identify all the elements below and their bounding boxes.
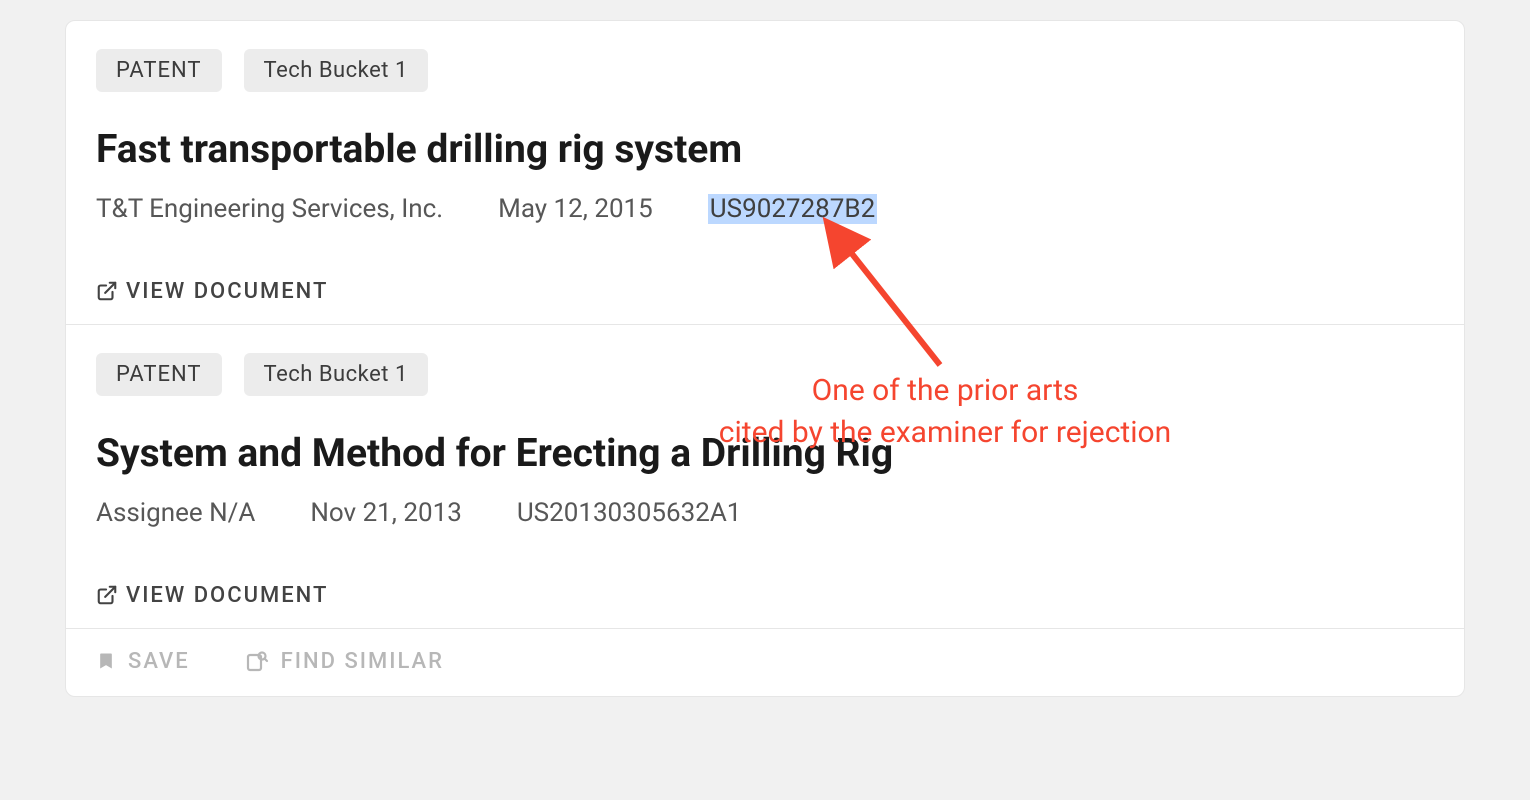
- find-similar-icon: [245, 649, 269, 673]
- view-document-label: VIEW DOCUMENT: [126, 583, 328, 608]
- type-tag: PATENT: [96, 353, 222, 396]
- tag-row: PATENT Tech Bucket 1: [96, 353, 1434, 396]
- tag-row: PATENT Tech Bucket 1: [96, 49, 1434, 92]
- view-document-label: VIEW DOCUMENT: [126, 279, 328, 304]
- result-meta: Assignee N/A Nov 21, 2013 US20130305632A…: [96, 498, 1434, 528]
- find-similar-button[interactable]: FIND SIMILAR: [245, 649, 444, 674]
- card-actions: VIEW DOCUMENT: [96, 279, 1434, 304]
- view-document-button[interactable]: VIEW DOCUMENT: [96, 279, 328, 304]
- card-actions: VIEW DOCUMENT: [96, 583, 1434, 608]
- footer-actions: SAVE FIND SIMILAR: [66, 629, 1464, 696]
- bucket-tag: Tech Bucket 1: [244, 49, 428, 92]
- result-meta: T&T Engineering Services, Inc. May 12, 2…: [96, 194, 1434, 224]
- result-card: PATENT Tech Bucket 1 Fast transportable …: [66, 21, 1464, 325]
- publication-number[interactable]: US9027287B2: [708, 194, 877, 224]
- publication-number[interactable]: US20130305632A1: [517, 498, 742, 528]
- external-link-icon: [96, 280, 118, 302]
- result-card: PATENT Tech Bucket 1 System and Method f…: [66, 325, 1464, 629]
- bucket-tag: Tech Bucket 1: [244, 353, 428, 396]
- save-button[interactable]: SAVE: [96, 649, 190, 674]
- bookmark-icon: [96, 650, 116, 672]
- date: Nov 21, 2013: [310, 498, 461, 528]
- assignee: T&T Engineering Services, Inc.: [96, 194, 443, 224]
- result-title[interactable]: Fast transportable drilling rig system: [96, 127, 1434, 172]
- view-document-button[interactable]: VIEW DOCUMENT: [96, 583, 328, 608]
- result-title[interactable]: System and Method for Erecting a Drillin…: [96, 431, 1434, 476]
- date: May 12, 2015: [498, 194, 653, 224]
- save-label: SAVE: [128, 649, 190, 674]
- type-tag: PATENT: [96, 49, 222, 92]
- assignee: Assignee N/A: [96, 498, 255, 528]
- external-link-icon: [96, 584, 118, 606]
- find-similar-label: FIND SIMILAR: [281, 649, 444, 674]
- results-list: PATENT Tech Bucket 1 Fast transportable …: [65, 20, 1465, 697]
